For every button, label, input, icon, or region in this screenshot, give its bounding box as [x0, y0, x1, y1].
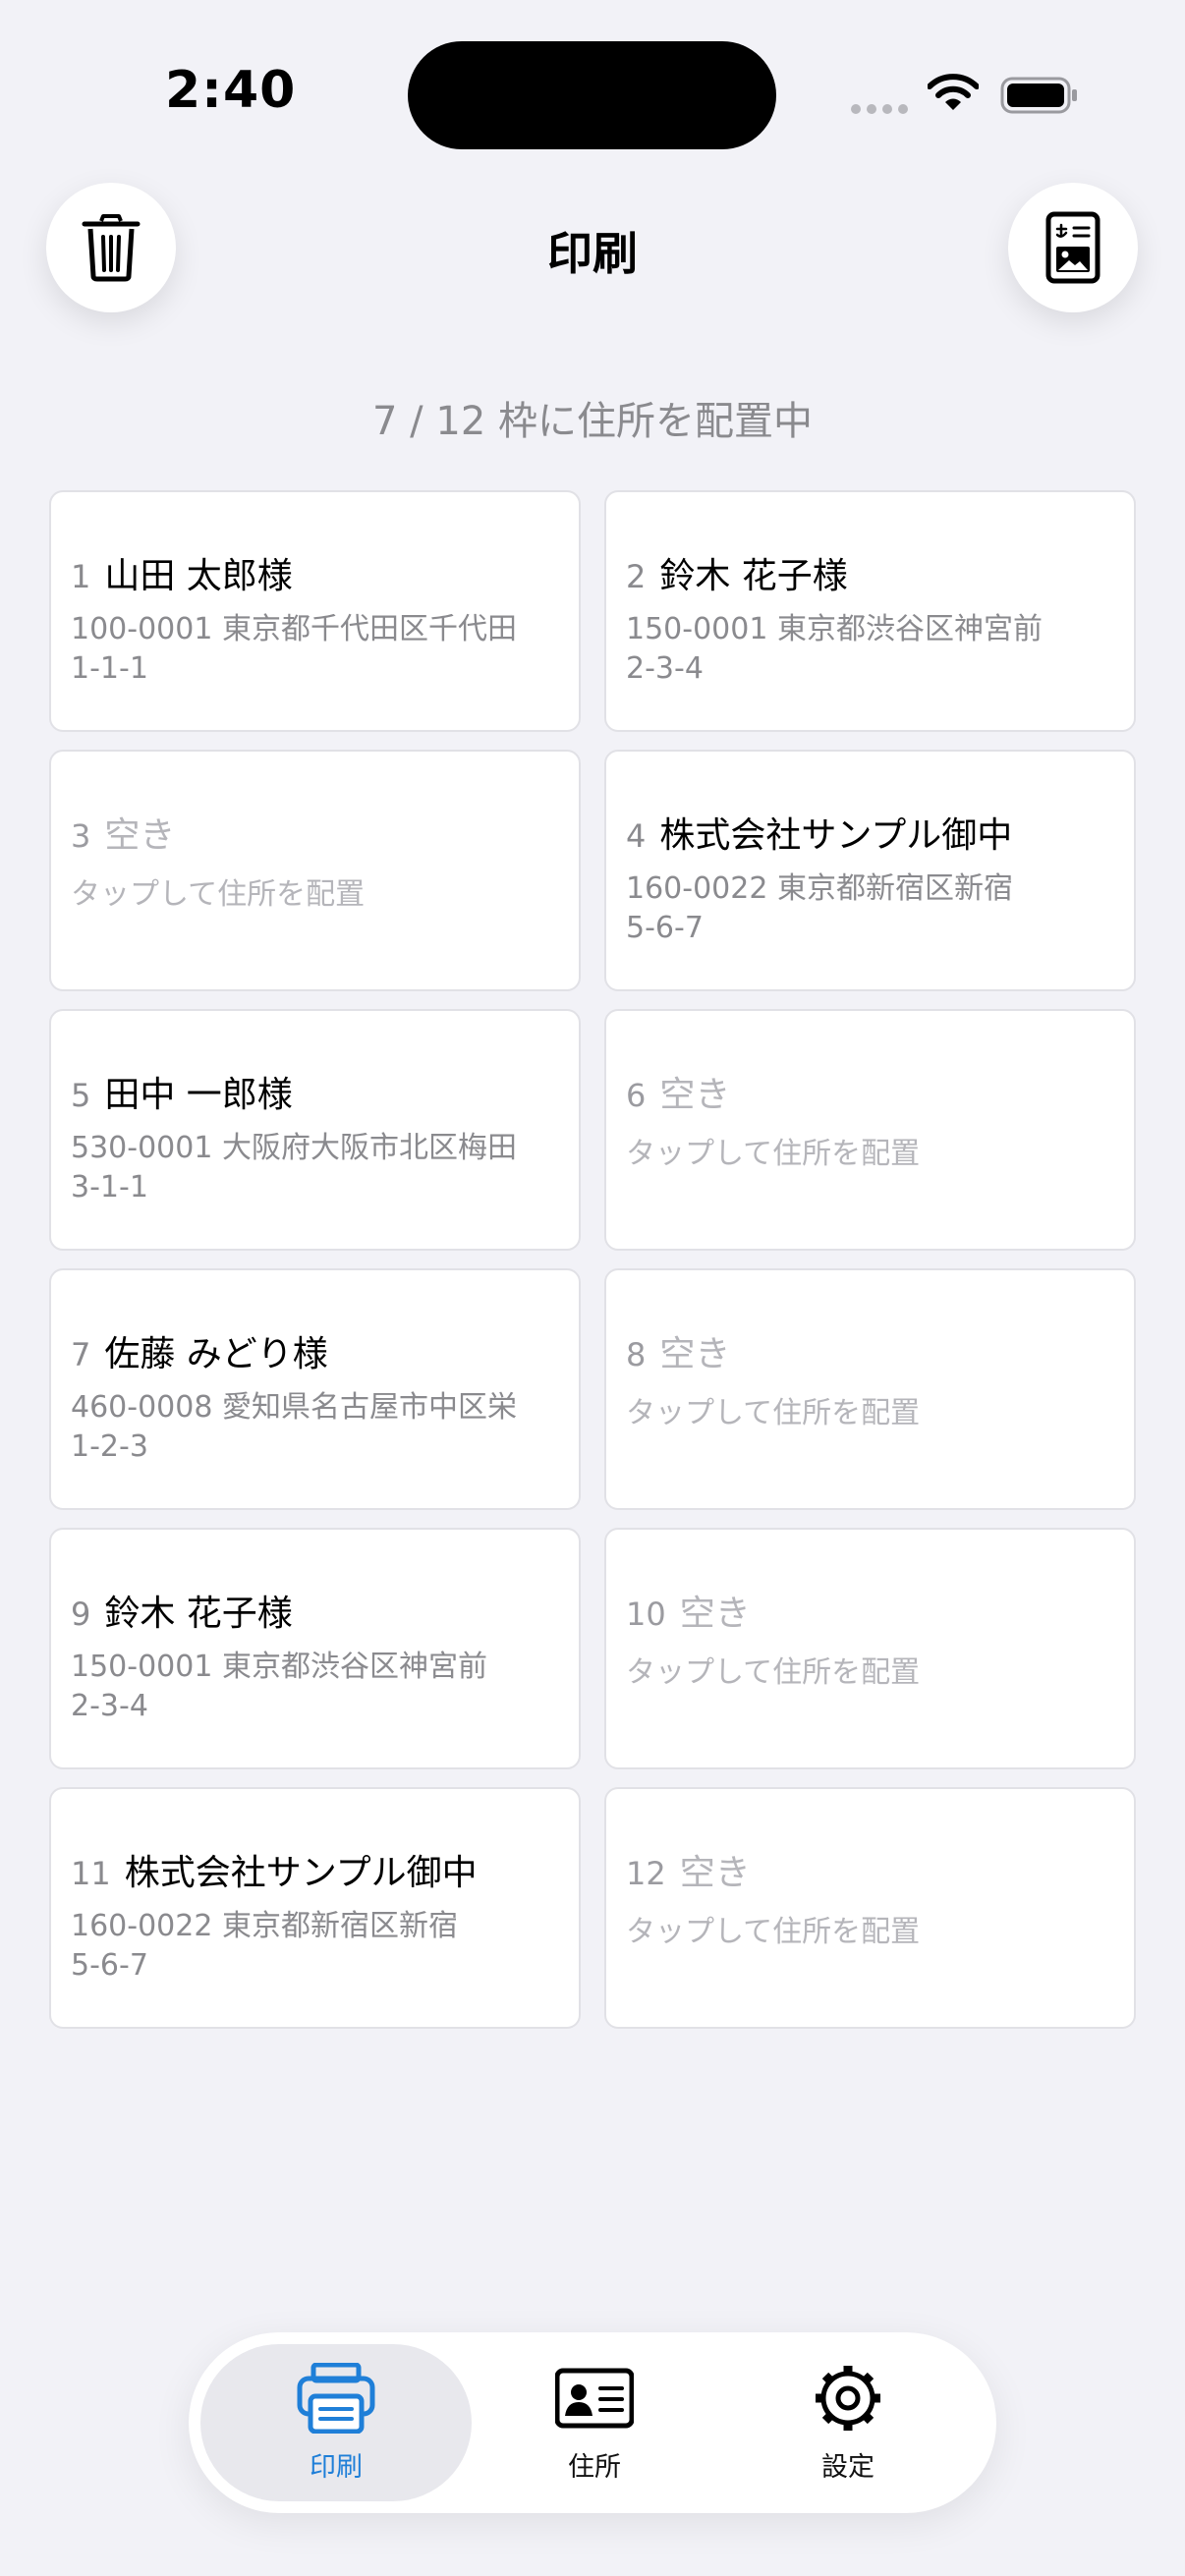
gear-icon [816, 2365, 880, 2431]
empty-slot-hint: タップして住所を配置 [626, 1396, 921, 1430]
address-line: 3-1-1 [71, 1170, 148, 1204]
address-line: 2-3-4 [71, 1689, 148, 1723]
slot-number: 5 [71, 1077, 91, 1114]
address-line: 1-2-3 [71, 1429, 148, 1464]
tab-label: 印刷 [310, 2451, 363, 2483]
address-line: 160-0022 東京都新宿区新宿 [71, 1909, 458, 1943]
label-slot[interactable]: 5 田中 一郎様 530-0001 大阪府大阪市北区梅田 3-1-1 [49, 1009, 581, 1251]
recipient-name: 鈴木 花子様 [659, 556, 848, 596]
slot-number: 4 [626, 817, 647, 855]
battery-icon [1000, 77, 1077, 114]
slot-number: 6 [626, 1077, 647, 1114]
empty-label-slot[interactable]: 10 空き タップして住所を配置 [604, 1528, 1136, 1769]
address-line: 150-0001 東京都渋谷区神宮前 [626, 612, 1043, 646]
empty-slot-label: 空き [679, 1853, 751, 1893]
address-card-button[interactable] [1008, 183, 1138, 312]
print-screen: 2:40 印刷 7 / 12 枠に住所を配置中 1 山田 太郎様 100-000… [0, 0, 1185, 2576]
empty-label-slot[interactable]: 3 空き タップして住所を配置 [49, 750, 581, 991]
tab-print[interactable]: 印刷 [200, 2332, 472, 2513]
address-line: 460-0008 愛知県名古屋市中区栄 [71, 1390, 517, 1425]
slot-number: 12 [626, 1855, 666, 1892]
empty-slot-hint: タップして住所を配置 [71, 877, 366, 912]
empty-label-slot[interactable]: 8 空き タップして住所を配置 [604, 1268, 1136, 1510]
recipient-name: 田中 一郎様 [104, 1075, 293, 1115]
slot-number: 2 [626, 558, 647, 595]
recipient-name: 鈴木 花子様 [104, 1594, 293, 1634]
slot-number: 8 [626, 1336, 647, 1373]
slot-number: 7 [71, 1336, 91, 1373]
contact-card-icon [555, 2368, 634, 2428]
address-line: 530-0001 大阪府大阪市北区梅田 [71, 1131, 517, 1165]
recipient-name: 山田 太郎様 [104, 556, 293, 596]
recipient-name: 株式会社サンプル御中 [659, 815, 1013, 856]
label-slot[interactable]: 11 株式会社サンプル御中 160-0022 東京都新宿区新宿 5-6-7 [49, 1787, 581, 2029]
slot-number: 3 [71, 817, 91, 855]
address-line: 5-6-7 [626, 911, 704, 945]
address-line: 160-0022 東京都新宿区新宿 [626, 871, 1013, 906]
empty-slot-label: 空き [659, 1075, 731, 1115]
dynamic-island [408, 41, 776, 149]
status-time: 2:40 [165, 61, 297, 120]
recipient-name: 佐藤 みどり様 [104, 1334, 328, 1374]
label-slot[interactable]: 4 株式会社サンプル御中 160-0022 東京都新宿区新宿 5-6-7 [604, 750, 1136, 991]
slot-number: 9 [71, 1596, 91, 1633]
address-line: 150-0001 東京都渋谷区神宮前 [71, 1650, 487, 1684]
empty-slot-hint: タップして住所を配置 [626, 1655, 921, 1690]
slot-number: 10 [626, 1596, 666, 1633]
placement-summary: 7 / 12 枠に住所を配置中 [372, 399, 813, 444]
tab-settings[interactable]: 設定 [720, 2332, 976, 2513]
wifi-icon [928, 74, 979, 110]
tab-bar: 印刷 住所 設定 [189, 2332, 996, 2513]
empty-slot-hint: タップして住所を配置 [626, 1137, 921, 1171]
slot-number: 11 [71, 1855, 111, 1892]
postcard-icon [1045, 211, 1100, 284]
address-line: 2-3-4 [626, 651, 704, 686]
cellular-signal-icon [851, 104, 908, 114]
label-slot[interactable]: 7 佐藤 みどり様 460-0008 愛知県名古屋市中区栄 1-2-3 [49, 1268, 581, 1510]
empty-slot-label: 空き [104, 815, 176, 856]
tab-address[interactable]: 住所 [467, 2332, 722, 2513]
label-slot[interactable]: 9 鈴木 花子様 150-0001 東京都渋谷区神宮前 2-3-4 [49, 1528, 581, 1769]
address-line: 100-0001 東京都千代田区千代田 [71, 612, 517, 646]
tab-label: 設定 [821, 2451, 875, 2483]
empty-label-slot[interactable]: 12 空き タップして住所を配置 [604, 1787, 1136, 2029]
label-slot[interactable]: 2 鈴木 花子様 150-0001 東京都渋谷区神宮前 2-3-4 [604, 490, 1136, 732]
empty-slot-hint: タップして住所を配置 [626, 1915, 921, 1949]
address-line: 1-1-1 [71, 651, 148, 686]
address-line: 5-6-7 [71, 1948, 148, 1983]
recipient-name: 株式会社サンプル御中 [124, 1853, 478, 1893]
label-slot-grid: 1 山田 太郎様 100-0001 東京都千代田区千代田 1-1-1 2 鈴木 花子様… [49, 490, 1136, 2029]
tab-label: 住所 [568, 2451, 621, 2483]
empty-label-slot[interactable]: 6 空き タップして住所を配置 [604, 1009, 1136, 1251]
printer-icon [297, 2362, 375, 2434]
empty-slot-label: 空き [659, 1334, 731, 1374]
empty-slot-label: 空き [679, 1594, 751, 1634]
label-slot[interactable]: 1 山田 太郎様 100-0001 東京都千代田区千代田 1-1-1 [49, 490, 581, 732]
slot-number: 1 [71, 558, 91, 595]
